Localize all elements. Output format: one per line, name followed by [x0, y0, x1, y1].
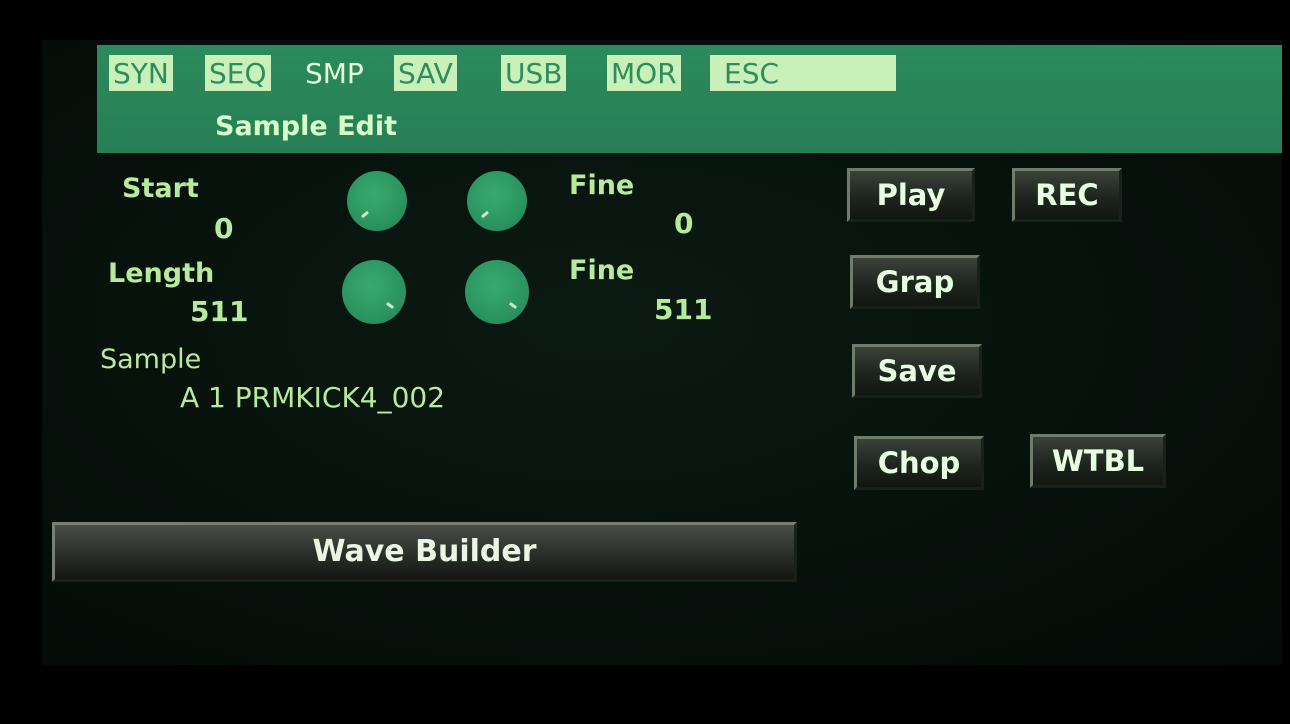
- save-button[interactable]: Save: [852, 344, 982, 398]
- length-fine-value: 511: [654, 293, 713, 326]
- length-fine-knob-icon[interactable]: [465, 260, 529, 324]
- tab-usb[interactable]: USB: [501, 55, 567, 91]
- length-value: 511: [190, 295, 249, 328]
- page-title: Sample Edit: [215, 111, 398, 142]
- tab-smp[interactable]: SMP: [301, 55, 368, 91]
- grap-button[interactable]: Grap: [850, 255, 980, 309]
- length-label: Length: [108, 258, 215, 289]
- wtbl-button[interactable]: WTBL: [1030, 434, 1166, 488]
- start-value: 0: [214, 212, 234, 245]
- tab-esc[interactable]: ESC: [710, 55, 896, 91]
- tab-sav[interactable]: SAV: [394, 55, 457, 91]
- length-fine-label: Fine: [569, 255, 635, 286]
- tab-seq[interactable]: SEQ: [205, 55, 271, 91]
- tab-mor[interactable]: MOR: [607, 55, 681, 91]
- wave-builder-button[interactable]: Wave Builder: [52, 522, 797, 582]
- rec-button[interactable]: REC: [1012, 168, 1122, 222]
- start-fine-value: 0: [674, 207, 694, 240]
- sample-label: Sample: [100, 344, 202, 375]
- header-bar: SYN SEQ SMP SAV USB MOR ESC Sample Edit: [97, 45, 1282, 153]
- chop-button[interactable]: Chop: [854, 436, 984, 490]
- length-coarse-knob-icon[interactable]: [342, 260, 406, 324]
- start-fine-knob-icon[interactable]: [467, 171, 527, 231]
- sample-name[interactable]: A 1 PRMKICK4_002: [180, 381, 445, 414]
- start-label: Start: [122, 173, 199, 204]
- start-fine-label: Fine: [569, 170, 635, 201]
- tab-syn[interactable]: SYN: [109, 55, 173, 91]
- display-screen: SYN SEQ SMP SAV USB MOR ESC Sample Edit …: [42, 40, 1282, 665]
- start-coarse-knob-icon[interactable]: [347, 171, 407, 231]
- play-button[interactable]: Play: [847, 168, 975, 222]
